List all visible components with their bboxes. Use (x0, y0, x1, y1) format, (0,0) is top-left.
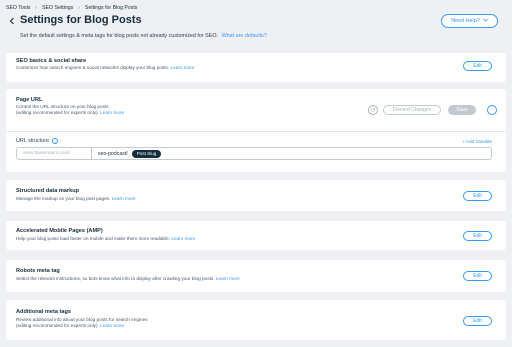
additional-meta-title: Additional meta tags (16, 309, 72, 315)
edit-button[interactable]: Edit (463, 231, 492, 241)
learn-more-link[interactable]: Learn more (100, 323, 124, 328)
info-icon[interactable]: i (52, 138, 59, 144)
structured-data-card: Structured data markup Manage the markup… (6, 180, 506, 211)
learn-more-link[interactable]: Learn more (112, 196, 136, 201)
robots-desc-text: Select the relevant instructions, so bot… (16, 276, 215, 281)
edit-button[interactable]: Edit (463, 61, 492, 71)
learn-more-link[interactable]: Learn more (216, 276, 240, 281)
post-slug-chip[interactable]: Post Slug (131, 149, 162, 158)
url-structure-text: URL structure (16, 138, 50, 144)
reset-icon[interactable]: ↺ (368, 105, 378, 115)
learn-more-link[interactable]: Learn more (171, 65, 195, 70)
page-url-card: Page URL Control the URL structure on yo… (6, 89, 506, 172)
chevron-down-icon (482, 18, 488, 24)
breadcrumb-separator-icon: › (35, 5, 38, 11)
edit-button[interactable]: Edit (463, 271, 492, 281)
what-are-defaults-link[interactable]: What are defaults? (222, 33, 267, 39)
breadcrumb-item-current: Settings for Blog Posts (84, 5, 138, 11)
seo-basics-title: SEO basics & social share (16, 58, 87, 64)
learn-more-link[interactable]: Learn more (171, 236, 195, 241)
need-help-button[interactable]: Need Help? (441, 14, 498, 28)
seo-basics-card: SEO basics & social share Customize how … (6, 53, 506, 82)
seo-basics-desc: Customize how search engines & social ne… (16, 65, 195, 71)
amp-desc-text: Help your blog posts load faster on mobi… (16, 236, 170, 241)
structured-data-desc: Manage the markup on your blog post page… (16, 196, 136, 202)
edit-button[interactable]: Edit (463, 316, 492, 326)
additional-meta-card: Additional meta tags Review additional i… (6, 300, 506, 340)
subtitle-text: Set the default settings & meta tags for… (20, 33, 219, 39)
additional-meta-desc: Review additional info about your blog p… (16, 317, 148, 330)
edit-button[interactable]: Edit (463, 191, 492, 201)
divider (6, 131, 506, 132)
page-subtitle: Set the default settings & meta tags for… (20, 33, 267, 39)
amp-title: Accelerated Mobile Pages (AMP) (16, 228, 103, 234)
url-prefix[interactable]: seo-podcast/ (98, 151, 128, 157)
back-arrow-icon[interactable] (8, 17, 16, 25)
url-structure-input[interactable]: www.theseoraint.com/ seo-podcast/ Post S… (16, 147, 492, 160)
robots-card: Robots meta tag Select the relevant inst… (6, 260, 506, 292)
robots-desc: Select the relevant instructions, so bot… (16, 276, 240, 282)
more-icon[interactable]: ⋯ (487, 105, 497, 115)
amp-desc: Help your blog posts load faster on mobi… (16, 236, 195, 242)
additional-meta-desc-line2: (editing recommended for experts only). (16, 323, 99, 329)
structured-data-title: Structured data markup (16, 188, 80, 194)
add-variable-button[interactable]: + Add Variable (462, 139, 492, 144)
seo-basics-desc-text: Customize how search engines & social ne… (16, 65, 170, 70)
breadcrumb-item-seo-tools[interactable]: SEO Tools (6, 5, 30, 11)
page-url-actions: ↺ Discard Changes Save ⋯ (6, 100, 506, 120)
need-help-label: Need Help? (451, 18, 480, 24)
url-structure-label: URL structure i (16, 138, 59, 144)
breadcrumb-item-seo-settings[interactable]: SEO Settings (42, 5, 73, 11)
save-button[interactable]: Save (448, 105, 476, 115)
robots-title: Robots meta tag (16, 268, 60, 274)
discard-changes-button[interactable]: Discard Changes (383, 105, 441, 115)
url-domain: www.theseoraint.com/ (17, 148, 92, 159)
amp-card: Accelerated Mobile Pages (AMP) Help your… (6, 221, 506, 250)
breadcrumb: SEO Tools › SEO Settings › Settings for … (6, 3, 137, 13)
structured-data-desc-text: Manage the markup on your blog post page… (16, 196, 111, 201)
breadcrumb-separator-icon: › (78, 5, 80, 11)
page-title: Settings for Blog Posts (20, 14, 142, 26)
